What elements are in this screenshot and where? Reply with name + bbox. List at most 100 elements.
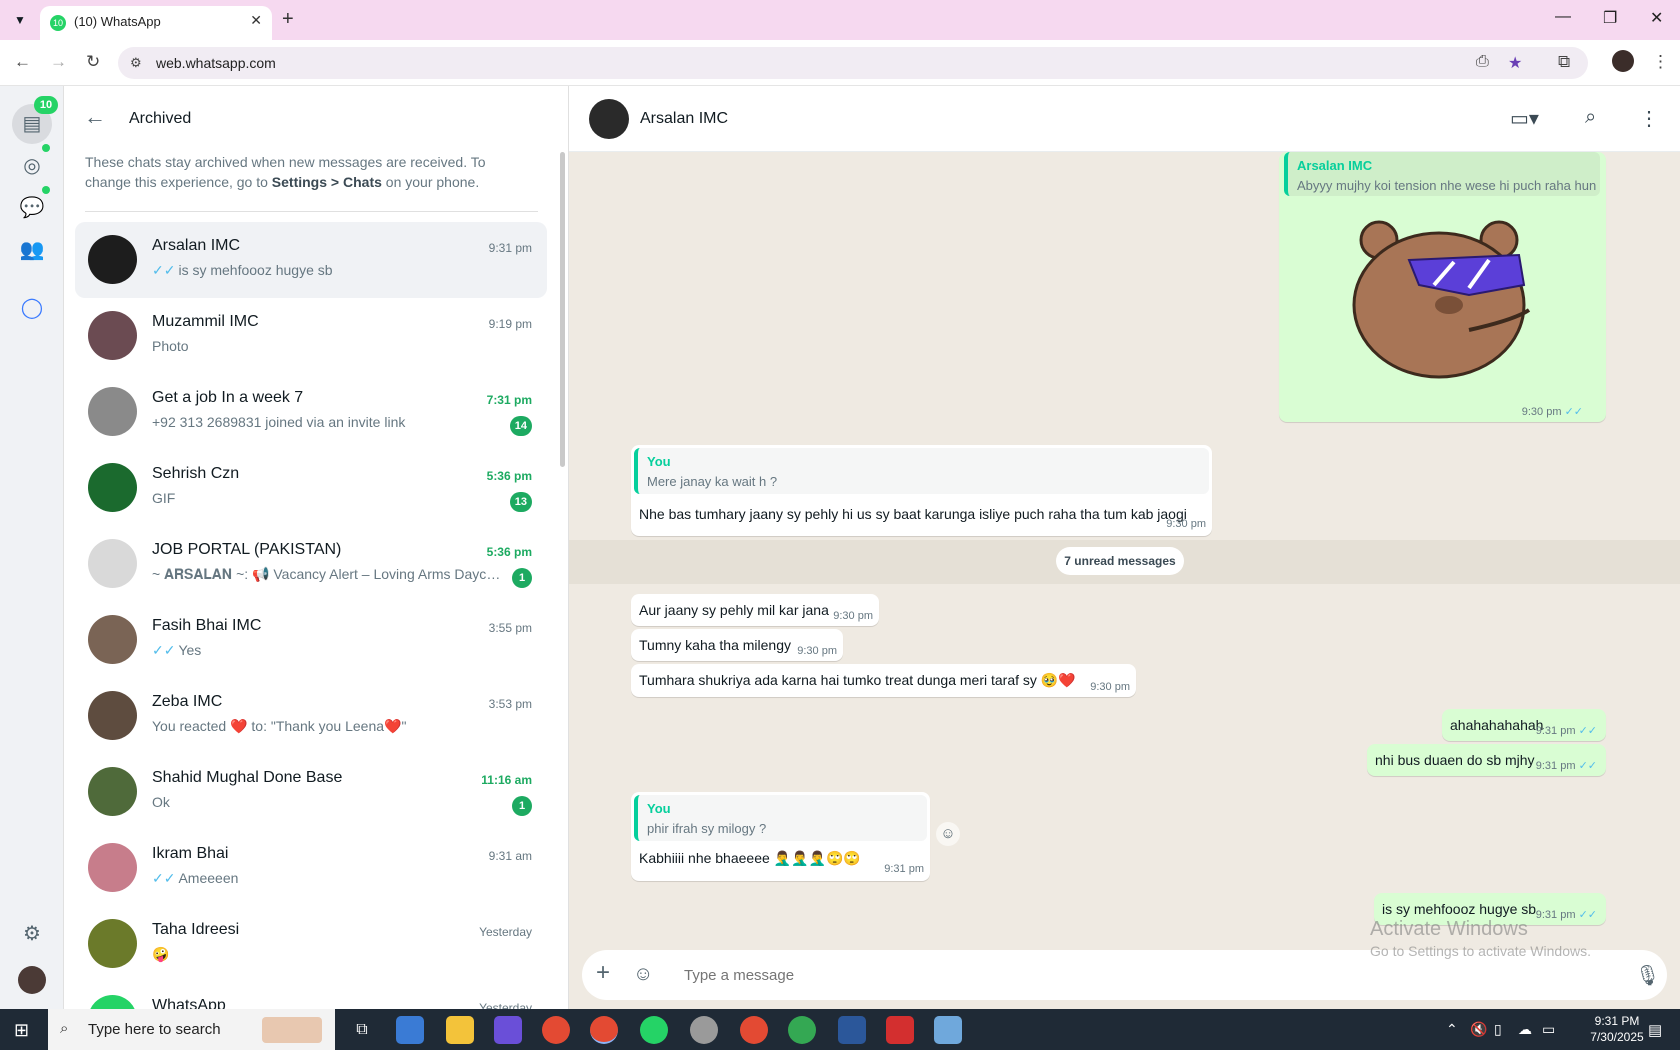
attach-plus-icon[interactable]: + — [596, 959, 610, 987]
incoming-message[interactable]: You Mere janay ka wait h ? Nhe bas tumha… — [631, 445, 1212, 536]
browser-menu-icon[interactable]: ⋮ — [1652, 52, 1669, 72]
contact-name[interactable]: Arsalan IMC — [640, 110, 728, 128]
chrome-icon[interactable] — [542, 1016, 570, 1044]
my-profile-avatar[interactable] — [18, 966, 46, 994]
back-arrow-icon[interactable]: ← — [84, 104, 106, 130]
incoming-message[interactable]: Tumhara shukriya ada karna hai tumko tre… — [631, 664, 1136, 697]
chat-row[interactable]: Zeba IMC You reacted ❤️ to: "Thank you Le… — [75, 678, 547, 754]
close-tab-icon[interactable]: ✕ — [250, 12, 262, 29]
back-icon[interactable]: ← — [14, 52, 31, 72]
site-info-icon[interactable]: ⚙ — [130, 55, 142, 71]
chat-preview-text: You reacted ❤️ to: "Thank you Leena❤️" — [152, 718, 407, 734]
sidebar-scrollbar[interactable] — [560, 152, 565, 467]
acrobat-icon[interactable] — [886, 1016, 914, 1044]
chrome-alt-icon[interactable] — [788, 1016, 816, 1044]
quoted-message[interactable]: You phir ifrah sy milogy ? — [634, 795, 927, 841]
reload-icon[interactable]: ↻ — [86, 52, 100, 72]
chat-preview: ✓✓ is sy mehfoooz hugye sb — [152, 262, 507, 279]
chat-row[interactable]: WhatsApp Yesterday — [75, 982, 547, 1009]
chat-avatar[interactable] — [88, 311, 137, 360]
message-input[interactable] — [684, 964, 1584, 986]
sticker-time: 9:30 pm — [1521, 406, 1562, 418]
chat-row[interactable]: Shahid Mughal Done Base Ok 11:16 am 1 — [75, 754, 547, 830]
activate-windows-title: Activate Windows — [1370, 918, 1528, 940]
close-window-icon[interactable]: ✕ — [1650, 8, 1663, 28]
minimize-icon[interactable]: — — [1555, 8, 1571, 26]
chrome-active-icon[interactable] — [590, 1016, 618, 1044]
incoming-message[interactable]: Aur jaany sy pehly mil kar jana 9:30 pm — [631, 594, 879, 626]
bookmark-star-icon[interactable]: ★ — [1508, 53, 1522, 73]
chat-row[interactable]: Arsalan IMC ✓✓ is sy mehfoooz hugye sb 9:31… — [75, 222, 547, 298]
address-bar[interactable]: ⚙ web.whatsapp.com ⎙ ★ — [118, 47, 1588, 79]
contact-avatar[interactable] — [589, 99, 629, 139]
chat-menu-icon[interactable]: ⋮ — [1639, 106, 1659, 131]
word-icon[interactable] — [838, 1016, 866, 1044]
restore-icon[interactable]: ❐ — [1603, 8, 1617, 28]
chat-row[interactable]: Sehrish Czn GIF 5:36 pm 13 — [75, 450, 547, 526]
chat-preview: Photo — [152, 338, 507, 354]
sticker-message[interactable]: Arsalan IMC Abyyy mujhy koi tension nhe … — [1279, 152, 1606, 422]
task-view-icon[interactable]: ⧉ — [348, 1016, 376, 1044]
meta-ai-icon[interactable]: ◯ — [18, 294, 46, 322]
chat-row[interactable]: JOB PORTAL (PAKISTAN) ~ 𝐀𝐑𝐒𝐀𝐋𝐀𝐍 ~: 📢 Vaca… — [75, 526, 547, 602]
new-tab-icon[interactable]: + — [282, 8, 294, 31]
chat-preview: 🤪 — [152, 946, 507, 963]
chat-name: Get a job In a week 7 — [152, 389, 304, 406]
whatsapp-taskbar-icon[interactable] — [640, 1016, 668, 1044]
chat-row[interactable]: Ikram Bhai ✓✓ Ameeeen 9:31 am — [75, 830, 547, 906]
chat-avatar[interactable] — [88, 767, 137, 816]
taskbar-search[interactable]: ⌕ Type here to search — [48, 1009, 335, 1050]
install-app-icon[interactable]: ⎙ — [1476, 53, 1489, 71]
chat-time: 9:31 am — [488, 849, 532, 863]
quoted-message[interactable]: You Mere janay ka wait h ? — [634, 448, 1209, 494]
communities-icon[interactable]: 👥 — [18, 236, 46, 264]
chat-row[interactable]: Get a job In a week 7 +92 313 2689831 joi… — [75, 374, 547, 450]
chat-avatar[interactable] — [88, 919, 137, 968]
chat-preview-text: +92 313 2689831 joined via an invite lin… — [152, 414, 406, 430]
video-call-icon[interactable]: ▭▾ — [1510, 106, 1539, 131]
tray-chevron-icon[interactable]: ⌃ — [1446, 1021, 1458, 1038]
settings-gear-icon[interactable]: ⚙ — [18, 920, 46, 948]
outgoing-message[interactable]: ahahahahahah 9:31 pm ✓✓ — [1442, 709, 1606, 741]
chat-avatar[interactable] — [88, 235, 137, 284]
chat-avatar[interactable] — [88, 539, 137, 588]
incoming-message[interactable]: You phir ifrah sy milogy ? Kabhiiii nhe … — [631, 792, 930, 881]
extensions-icon[interactable]: ⧉ — [1558, 52, 1570, 72]
chat-row[interactable]: Taha Idreesi 🤪 Yesterday — [75, 906, 547, 982]
network-icon[interactable]: ▭ — [1542, 1021, 1555, 1038]
conversation-header[interactable]: Arsalan IMC ▭▾ ⌕ ⋮ — [569, 86, 1680, 152]
quoted-message[interactable]: Arsalan IMC Abyyy mujhy koi tension nhe … — [1284, 152, 1600, 196]
weather-icon[interactable]: ☁ — [1518, 1021, 1532, 1038]
chats-icon[interactable]: ▤ — [18, 110, 46, 138]
channels-icon[interactable]: 💬 — [18, 194, 46, 222]
sticker-emoji-icon[interactable]: ☺ — [633, 963, 653, 986]
chat-avatar[interactable] — [88, 843, 137, 892]
forward-icon[interactable]: → — [50, 52, 67, 72]
browser-tab-whatsapp[interactable]: 10 (10) WhatsApp ✕ — [40, 6, 272, 40]
chat-row[interactable]: Muzammil IMC Photo 9:19 pm — [75, 298, 547, 374]
app-icon-purple[interactable] — [494, 1016, 522, 1044]
search-icon[interactable]: ⌕ — [1585, 106, 1596, 129]
chat-avatar[interactable] — [88, 691, 137, 740]
file-explorer-icon[interactable] — [446, 1016, 474, 1044]
profile-avatar[interactable] — [1612, 50, 1634, 72]
battery-icon[interactable]: ▯ — [1494, 1021, 1502, 1038]
notepad-icon[interactable] — [934, 1016, 962, 1044]
chat-avatar[interactable] — [88, 387, 137, 436]
chat-avatar[interactable] — [88, 615, 137, 664]
incoming-message[interactable]: Tumny kaha tha milengy 9:30 pm — [631, 629, 843, 661]
chat-avatar[interactable] — [88, 463, 137, 512]
windows-start-icon[interactable]: ⊞ — [14, 1020, 29, 1041]
status-icon[interactable]: ◎ — [18, 152, 46, 180]
microphone-icon[interactable]: 🎙 — [1635, 963, 1660, 988]
clock-app-icon[interactable] — [690, 1016, 718, 1044]
react-emoji-icon[interactable]: ☺ — [936, 822, 960, 846]
notifications-icon[interactable]: ▤ — [1648, 1021, 1662, 1039]
copilot-icon[interactable] — [396, 1016, 424, 1044]
chat-avatar[interactable] — [88, 995, 137, 1009]
chat-row[interactable]: Fasih Bhai IMC ✓✓ Yes 3:55 pm — [75, 602, 547, 678]
chrome-profile-icon[interactable] — [740, 1016, 768, 1044]
tab-search-icon[interactable]: ▼ — [10, 10, 30, 30]
outgoing-message[interactable]: nhi bus duaen do sb mjhy 9:31 pm ✓✓ — [1367, 744, 1606, 776]
volume-icon[interactable]: 🔇 — [1470, 1021, 1487, 1038]
